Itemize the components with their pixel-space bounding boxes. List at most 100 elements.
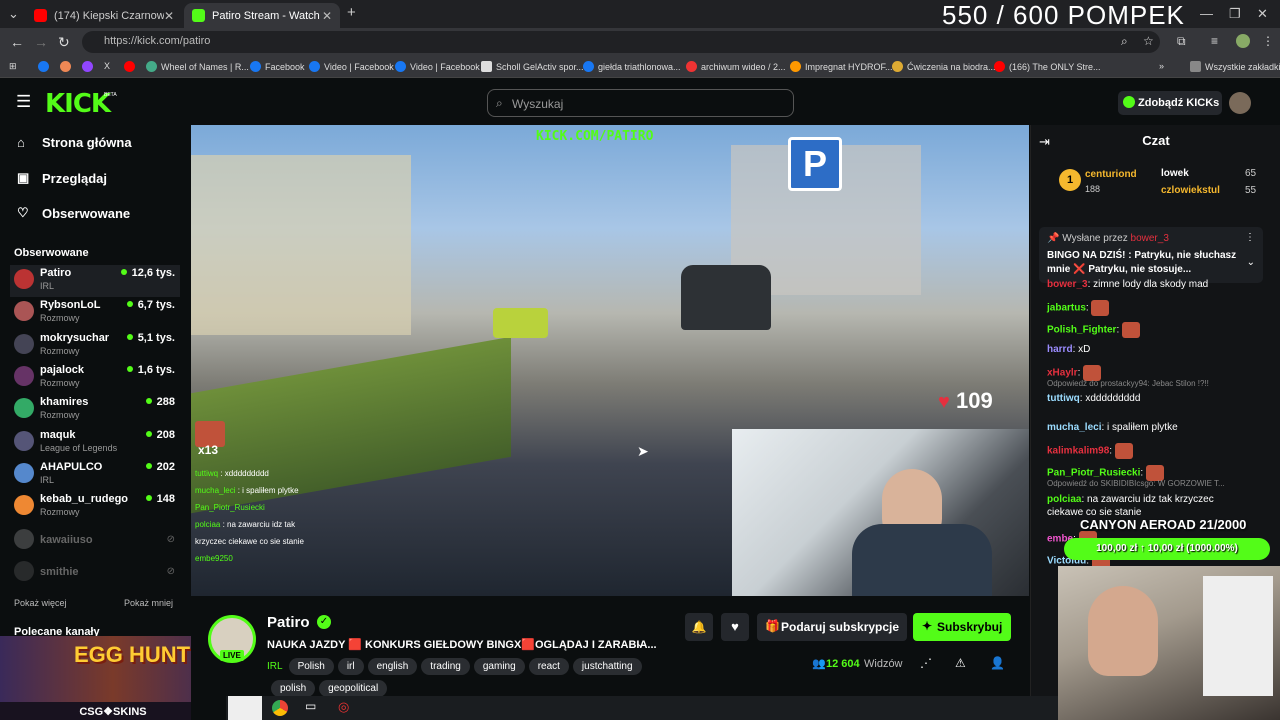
tag[interactable]: irl xyxy=(337,658,364,675)
get-kicks-button[interactable]: Zdobądź KICKs xyxy=(1118,91,1222,115)
bookmark-item[interactable]: Video | Facebook xyxy=(395,61,480,72)
apps-icon[interactable]: ⊞ xyxy=(9,61,17,72)
bookmark-star-icon[interactable]: ☆ xyxy=(1143,34,1154,48)
notification-bell-icon[interactable]: 🔔 xyxy=(685,613,713,641)
followed-channel[interactable]: Patiro IRL 12,6 tys. xyxy=(10,265,180,297)
chevron-down-icon[interactable]: ⌄ xyxy=(1247,257,1255,268)
close-icon[interactable]: ✕ xyxy=(164,9,174,23)
followed-channel[interactable]: khamires Rozmowy 288 xyxy=(10,394,180,426)
bookmark-item[interactable]: archiwum wideo / 2... xyxy=(686,61,786,72)
followed-channel[interactable]: AHAPULCO IRL 202 xyxy=(10,459,180,491)
category-link[interactable]: IRL xyxy=(267,661,283,672)
tag[interactable]: justchatting xyxy=(572,658,642,675)
chat-username[interactable]: jabartus xyxy=(1047,303,1086,314)
subscribe-button[interactable]: ✦ Subskrybuj xyxy=(913,613,1011,641)
maximize-icon[interactable]: ❐ xyxy=(1229,6,1241,22)
zoom-icon[interactable]: ⌕ xyxy=(1121,34,1128,49)
browser-tab-active[interactable]: Patiro Stream - Watch Live ✕ xyxy=(184,3,340,28)
followed-channel[interactable]: mokrysuchar Rozmowy 5,1 tys. xyxy=(10,330,180,362)
tag[interactable]: gaming xyxy=(473,658,525,675)
reload-icon[interactable]: ↻ xyxy=(58,34,70,51)
bookmark-x-icon[interactable]: X xyxy=(104,61,110,71)
report-icon[interactable]: ⚠ xyxy=(955,656,966,670)
obs-icon[interactable]: ◎ xyxy=(338,699,349,715)
bookmark-youtube-icon[interactable] xyxy=(124,61,139,72)
chat-username[interactable]: tuttiwq xyxy=(1047,393,1080,404)
followed-channel[interactable]: RybsonLoL Rozmowy 6,7 tys. xyxy=(10,297,180,329)
browser-tab[interactable]: (174) Kiepski Czarnowidz - Świ ✕ xyxy=(26,3,182,28)
close-window-icon[interactable]: ✕ xyxy=(1257,6,1268,22)
more-options-icon[interactable]: ⋮ xyxy=(1245,232,1255,243)
bookmark-item[interactable]: Ćwiczenia na biodra... xyxy=(892,61,996,72)
chat-username[interactable]: polciaa xyxy=(1047,494,1081,505)
tag[interactable]: trading xyxy=(421,658,470,675)
browse-icon: ▣ xyxy=(17,170,30,185)
new-tab-icon[interactable]: + xyxy=(347,4,356,21)
show-more-link[interactable]: Pokaż więcej xyxy=(14,598,67,608)
url-input[interactable]: https://kick.com/patiro xyxy=(82,31,1160,53)
gifter-name[interactable]: lowek xyxy=(1161,168,1189,179)
more-bookmarks-icon[interactable]: » xyxy=(1159,61,1164,71)
profile-avatar[interactable] xyxy=(1236,34,1250,48)
chat-username[interactable]: Pan_Piotr_Rusiecki xyxy=(1047,468,1140,479)
chat-username[interactable]: Polish_Fighter xyxy=(1047,325,1116,336)
bookmark-item[interactable]: giełda triathlonowa... xyxy=(583,61,681,72)
back-icon[interactable]: ← xyxy=(10,34,24,50)
top-gifter-name[interactable]: centuriond xyxy=(1085,169,1137,180)
hamburger-menu-icon[interactable]: ☰ xyxy=(16,92,31,112)
media-icon[interactable]: ≡ xyxy=(1211,34,1218,48)
taskbar-item[interactable] xyxy=(228,696,262,720)
nav-browse[interactable]: ▣ Przeglądaj xyxy=(17,170,107,186)
minimize-icon[interactable]: — xyxy=(1200,6,1213,21)
chat-username[interactable]: xHaylr xyxy=(1047,368,1078,379)
bookmark-icon[interactable] xyxy=(60,61,75,72)
chevron-down-icon[interactable]: ⌄ xyxy=(636,637,645,650)
bookmark-item[interactable]: Video | Facebook xyxy=(309,61,394,72)
terminal-icon[interactable]: ▭ xyxy=(305,699,316,713)
tab-label: Patiro Stream - Watch Live xyxy=(212,9,322,22)
tag[interactable]: react xyxy=(528,658,569,675)
share-icon[interactable]: ⋰ xyxy=(920,656,932,670)
bookmark-item[interactable]: Facebook xyxy=(250,61,305,72)
followed-offline[interactable]: kawaiiuso ⊘ xyxy=(10,525,180,557)
chat-username[interactable]: kalimkalim98 xyxy=(1047,446,1109,457)
followed-channel[interactable]: maquk League of Legends 208 xyxy=(10,427,180,459)
kick-logo[interactable]: KICK xyxy=(45,89,111,119)
gift-sub-button[interactable]: 🎁 Podaruj subskrypcje xyxy=(757,613,907,641)
nav-home[interactable]: ⌂ Strona główna xyxy=(17,135,132,150)
profile-icon[interactable]: 👤 xyxy=(990,656,1005,670)
extensions-icon[interactable]: ⧉ xyxy=(1177,34,1186,49)
tag[interactable]: polish xyxy=(271,680,316,697)
chat-username[interactable]: harrd xyxy=(1047,344,1073,355)
tag[interactable]: Polish xyxy=(288,658,334,675)
video-player[interactable]: P KICK.COM/PATIRO ♥ 109 x13 tuttiwq : xd… xyxy=(191,125,1029,596)
reply-context: Odpowiedź do prostackyy94: Jebac Stilon … xyxy=(1047,379,1209,388)
tag[interactable]: english xyxy=(367,658,418,675)
followed-channel[interactable]: kebab_u_rudego Rozmowy 148 xyxy=(10,491,180,523)
chrome-icon[interactable] xyxy=(272,700,288,716)
streamer-name[interactable]: Patiro xyxy=(267,614,310,631)
bookmark-item[interactable]: Scholl GelActiv spor... xyxy=(481,61,584,72)
chat-username[interactable]: mucha_leci xyxy=(1047,422,1101,433)
bookmark-item[interactable]: (166) The ONLY Stre... xyxy=(994,61,1101,72)
follow-heart-icon[interactable]: ♥ xyxy=(721,613,749,641)
chat-username[interactable]: bower_3 xyxy=(1047,279,1088,290)
followed-offline[interactable]: smithie ⊘ xyxy=(10,557,180,589)
gifter-name[interactable]: czlowiekstul xyxy=(1161,185,1220,196)
close-icon[interactable]: ✕ xyxy=(322,9,332,23)
bookmark-twitch-icon[interactable] xyxy=(82,61,97,72)
search-input[interactable]: ⌕ Wyszukaj xyxy=(487,89,794,117)
show-less-link[interactable]: Pokaż mniej xyxy=(124,598,173,608)
nav-following[interactable]: ♡ Obserwowane xyxy=(17,205,130,221)
tag[interactable]: geopolitical xyxy=(319,680,388,697)
all-bookmarks[interactable]: Wszystkie zakładki xyxy=(1190,61,1280,72)
bookmark-item[interactable]: Wheel of Names | R... xyxy=(146,61,249,72)
forward-icon[interactable]: → xyxy=(34,34,48,50)
menu-icon[interactable]: ⋮ xyxy=(1262,34,1274,48)
bookmark-item[interactable]: Impregnat HYDROF... xyxy=(790,61,893,72)
followed-channel[interactable]: pajalock Rozmowy 1,6 tys. xyxy=(10,362,180,394)
pinned-user[interactable]: bower_3 xyxy=(1131,233,1169,244)
bookmark-facebook-icon[interactable] xyxy=(38,61,53,72)
tab-search-icon[interactable]: ⌄ xyxy=(8,6,19,22)
user-avatar[interactable] xyxy=(1229,92,1251,114)
